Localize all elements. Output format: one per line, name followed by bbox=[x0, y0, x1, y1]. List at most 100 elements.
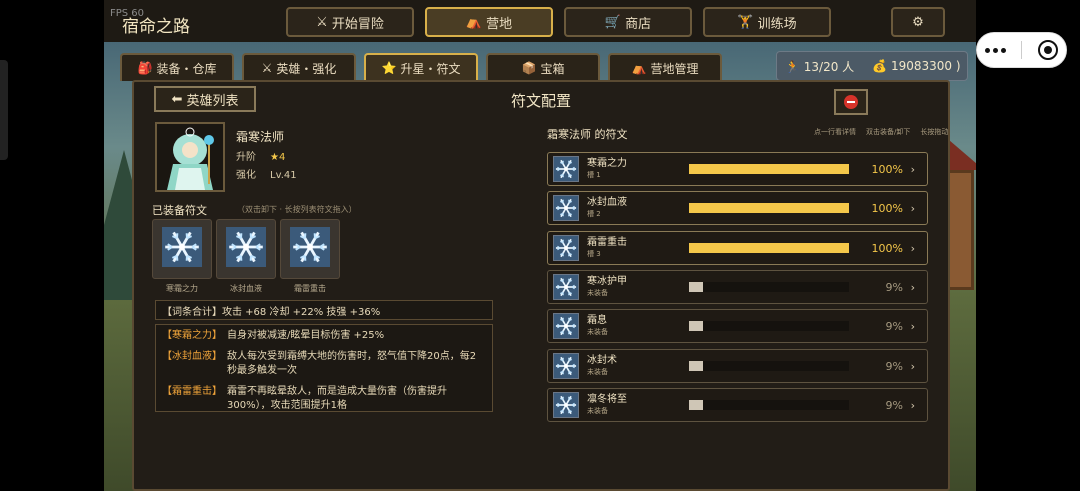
rune-text: 寒冰护甲 未装备 bbox=[587, 276, 687, 298]
rune-config-panel: ⬅ 英雄列表 符文配置 霜寒法师 升阶 ★4 强化 Lv.41 已装备符文 （双… bbox=[132, 80, 950, 491]
rune-list-hints: 点一行看详情 双击装备/卸下 长按拖动 bbox=[814, 127, 948, 137]
menu-tab-label: 装备・仓库 bbox=[156, 61, 217, 76]
snowflake-rune-icon bbox=[553, 156, 579, 182]
snowflake-rune-icon bbox=[553, 352, 579, 379]
exit-target-icon[interactable] bbox=[1038, 40, 1059, 60]
equipped-runes-title: 已装备符文 bbox=[152, 204, 207, 217]
swords-icon: ⚔ bbox=[316, 14, 328, 30]
menu-tab-label: 营地管理 bbox=[650, 61, 699, 76]
hero-portrait bbox=[155, 122, 225, 192]
rune-list-row[interactable]: 寒冰护甲 未装备 9% › bbox=[547, 269, 928, 304]
side-handle[interactable] bbox=[0, 60, 8, 160]
rune-name: 霜息 bbox=[587, 315, 607, 327]
hero-rank-label: 升阶 bbox=[236, 152, 256, 163]
weightlifter-icon: 🏋 bbox=[737, 14, 754, 30]
snowflake-rune-icon bbox=[226, 227, 266, 271]
rune-name: 凛冬将至 bbox=[587, 393, 627, 405]
rune-slot-status: 未装备 bbox=[587, 367, 608, 376]
menu-tab[interactable]: ⭐ 升星・符文 bbox=[364, 53, 478, 81]
menu-tab[interactable]: ⚔ 英雄・强化 bbox=[242, 53, 356, 81]
arrow-left-icon: ⬅ bbox=[171, 91, 183, 107]
equipped-rune-slot[interactable] bbox=[280, 219, 340, 279]
equipped-runes-hint: （双击卸下 · 长按列表符文拖入） bbox=[237, 205, 357, 214]
rune-list-row[interactable]: 寒霜之力槽 1 100% › bbox=[547, 152, 928, 186]
rune-slot-status: 槽 3 bbox=[587, 249, 601, 258]
settings-button[interactable]: ⚙ bbox=[891, 7, 945, 37]
rune-list-row[interactable]: 冰封血液槽 2 100% › bbox=[547, 191, 928, 226]
chevron-right-icon: › bbox=[910, 202, 915, 216]
rune-progress-fill bbox=[689, 281, 704, 292]
hero-rank-value: ★4 bbox=[270, 152, 286, 163]
miniprogram-capsule bbox=[976, 32, 1067, 68]
rune-text: 霜息 未装备 bbox=[587, 315, 687, 337]
chevron-right-icon: › bbox=[910, 163, 915, 176]
rune-list-hint: 长按拖动 bbox=[920, 128, 949, 136]
snowflake-rune-icon bbox=[553, 391, 579, 418]
rune-list-hint: 点一行看详情 bbox=[814, 128, 856, 136]
rune-effect-text: 霜雷不再眩晕敌人，而是造成大量伤害（伤害提升300%），攻击范围提升1格 bbox=[227, 386, 447, 411]
nav-button[interactable]: 🏋 训练场 bbox=[703, 7, 831, 37]
rune-text: 寒霜之力槽 1 bbox=[587, 158, 687, 180]
menu-tab[interactable]: ⛺ 营地管理 bbox=[608, 53, 722, 81]
snowflake-rune-icon bbox=[162, 227, 202, 271]
game-title: 宿命之路 bbox=[122, 17, 190, 37]
more-options-icon[interactable] bbox=[984, 47, 1006, 53]
rune-effect-name: 【霜雷重击】 bbox=[162, 386, 222, 397]
gold-count: 19083300 ) bbox=[890, 59, 961, 73]
snowflake-rune-icon bbox=[553, 313, 579, 340]
swords-icon: ⚔ bbox=[261, 61, 273, 75]
menu-tab[interactable]: 🎒 装备・仓库 bbox=[120, 53, 234, 81]
snowflake-rune-icon bbox=[553, 234, 579, 261]
snowflake-rune-icon bbox=[553, 195, 579, 222]
star-upgrade-icon: ⭐ bbox=[381, 61, 397, 75]
close-button[interactable] bbox=[834, 89, 868, 115]
rune-slot-status: 未装备 bbox=[587, 406, 608, 415]
rune-name: 寒霜之力 bbox=[587, 158, 627, 169]
chevron-right-icon: › bbox=[910, 241, 915, 255]
rune-name: 冰封血液 bbox=[587, 197, 627, 209]
chevron-right-icon: › bbox=[910, 359, 915, 373]
rune-slot-status: 未装备 bbox=[587, 288, 608, 297]
chest-icon: 📦 bbox=[521, 61, 537, 75]
rune-list-row[interactable]: 霜息 未装备 9% › bbox=[547, 309, 928, 344]
rune-effect-line: 【霜雷重击】 霜雷不再眩晕敌人，而是造成大量伤害（伤害提升300%），攻击范围提升… bbox=[162, 385, 486, 413]
rune-progress-bar bbox=[689, 203, 849, 214]
menu-tab[interactable]: 📦 宝箱 bbox=[486, 53, 600, 81]
panel-title: 符文配置 bbox=[511, 92, 572, 110]
nav-button[interactable]: ⚔ 开始冒险 bbox=[286, 7, 414, 37]
rune-list-hint: 双击装备/卸下 bbox=[866, 128, 911, 136]
rune-effect-name: 【寒霜之力】 bbox=[162, 330, 222, 341]
rune-progress-percent: 9% bbox=[885, 398, 903, 412]
back-to-hero-list-button[interactable]: ⬅ 英雄列表 bbox=[154, 86, 256, 112]
rune-list-row[interactable]: 冰封术 未装备 9% › bbox=[547, 348, 928, 383]
hero-name: 霜寒法师 bbox=[236, 130, 285, 144]
rune-text: 凛冬将至 未装备 bbox=[587, 394, 687, 416]
equipped-rune-slot[interactable] bbox=[216, 219, 276, 279]
rune-list-row[interactable]: 霜雷重击槽 3 100% › bbox=[547, 230, 928, 265]
rune-effect-name: 【冰封血液】 bbox=[162, 351, 222, 362]
nav-button[interactable]: 🛒 商店 bbox=[564, 7, 692, 37]
rune-list-title: 霜寒法师 的符文 bbox=[547, 128, 628, 141]
nav-button-label: 训练场 bbox=[757, 16, 797, 32]
nav-button[interactable]: ⛺ 营地 bbox=[425, 7, 553, 37]
gear-icon: ⚙ bbox=[912, 14, 924, 30]
equipped-rune-label: 霜雷重击 bbox=[294, 284, 326, 293]
rune-progress-percent: 100% bbox=[871, 241, 903, 255]
stats-summary: 【词条合计】攻击 +68 冷却 +22% 技强 +36% bbox=[155, 300, 493, 320]
chevron-right-icon: › bbox=[910, 280, 915, 294]
rune-name: 霜雷重击 bbox=[587, 236, 627, 248]
rune-text: 冰封血液槽 2 bbox=[587, 197, 687, 219]
snowflake-rune-icon bbox=[553, 273, 579, 300]
rune-effect-line: 【冰封血液】 敌人每次受到霜缚大地的伤害时，怒气值下降20点，每2秒最多触发一次 bbox=[162, 350, 486, 378]
money-bag-icon: 💰 bbox=[872, 59, 888, 73]
chevron-right-icon: › bbox=[910, 320, 915, 334]
top-bar: FPS 60 宿命之路 ⚔ 开始冒险 ⛺ 营地 🛒 商店 🏋 训练场 ⚙ bbox=[104, 0, 976, 42]
rune-slot-status: 未装备 bbox=[587, 328, 608, 337]
equipped-rune-slot[interactable] bbox=[152, 219, 212, 279]
snowflake-rune-icon bbox=[290, 227, 330, 271]
hero-enhance-line: 强化 Lv.41 bbox=[236, 166, 297, 181]
rune-progress-percent: 9% bbox=[885, 280, 903, 294]
rune-list-row[interactable]: 凛冬将至 未装备 9% › bbox=[547, 387, 928, 422]
rune-progress-fill bbox=[689, 242, 849, 253]
rune-progress-fill bbox=[689, 203, 849, 214]
